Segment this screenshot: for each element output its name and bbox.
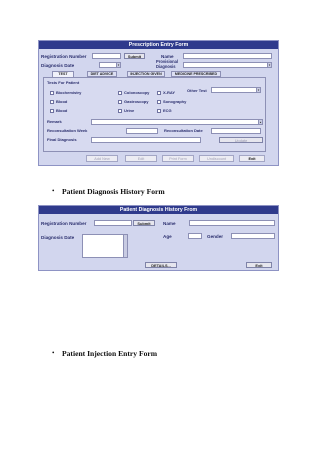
biochemistry-checkbox[interactable] — [50, 91, 54, 95]
sonography-label: Sonography — [163, 99, 187, 104]
bullet-patient-injection-entry: Patient Injection Entry Form — [62, 349, 158, 358]
age-label: Age — [163, 234, 172, 239]
registration-number-field[interactable] — [94, 220, 132, 226]
diagnosis-date-field[interactable]: ▾ — [99, 62, 121, 68]
ecg-checkbox[interactable] — [157, 109, 161, 113]
name-label: Name — [163, 221, 176, 226]
biochemistry-label: Biochemistry — [56, 90, 82, 95]
registration-number-label: Registration Number — [41, 54, 87, 59]
scrollbar[interactable] — [123, 235, 127, 257]
diagnosis-date-list[interactable] — [82, 234, 128, 258]
ecg-label: ECG — [163, 108, 172, 113]
blood-checkbox[interactable] — [50, 100, 54, 104]
blood-label-2: Blood — [56, 108, 68, 113]
test-tab-panel: Tests For Patient Biochemistry Colonosco… — [43, 77, 266, 152]
xray-checkbox[interactable] — [157, 91, 161, 95]
registration-number-field[interactable] — [92, 53, 121, 59]
colonoscopy-label: Colonoscopy — [124, 90, 150, 95]
bullet-patient-diagnosis-history: Patient Diagnosis History Form — [62, 187, 165, 196]
chevron-down-icon[interactable]: ▾ — [267, 63, 271, 67]
gastroscopy-label: Gastroscopy — [124, 99, 149, 104]
prescription-entry-form: Prescription Entry Form Registration Num… — [38, 40, 279, 166]
reconsultation-week-label: Reconsultation Week — [47, 128, 88, 133]
add-new-button[interactable]: Add New — [86, 155, 118, 162]
edit-button[interactable]: Edit — [125, 155, 157, 162]
submit-button[interactable]: Submit — [133, 220, 155, 226]
sonography-checkbox[interactable] — [157, 100, 161, 104]
name-field[interactable] — [183, 53, 272, 59]
scroll-arrow-icon[interactable]: ▴ — [258, 120, 262, 124]
colonoscopy-checkbox[interactable] — [118, 91, 122, 95]
undiscount-button[interactable]: Undiscount — [199, 155, 234, 162]
reconsultation-week-field[interactable] — [126, 128, 158, 134]
other-test-field[interactable]: ▾ — [211, 87, 261, 93]
other-test-label: Other Test — [187, 88, 207, 93]
registration-number-label: Registration Number — [41, 221, 87, 226]
gender-label: Gender — [207, 234, 224, 239]
gender-field[interactable] — [231, 233, 275, 239]
patient-diagnosis-history-form: Patient Diagnosis History From Registrat… — [38, 205, 279, 271]
update-button[interactable]: Update — [219, 137, 263, 143]
submit-button[interactable]: Submit — [124, 53, 145, 59]
form-title: Prescription Entry Form — [39, 41, 278, 49]
xray-label: X-RAY — [163, 90, 176, 95]
name-field[interactable] — [189, 220, 275, 226]
form-title: Patient Diagnosis History From — [39, 206, 278, 214]
urine-label: Urine — [124, 108, 135, 113]
exit-button[interactable]: Exit — [246, 262, 272, 268]
bullet-dot: • — [52, 187, 55, 195]
blood-checkbox-2[interactable] — [50, 109, 54, 113]
exit-button[interactable]: Exit — [239, 155, 265, 162]
blood-label: Blood — [56, 99, 68, 104]
chevron-down-icon[interactable]: ▾ — [256, 88, 260, 92]
remark-label: Remark — [47, 119, 62, 124]
reconsultation-date-field[interactable] — [211, 128, 261, 134]
provisional-diagnosis-field[interactable]: ▾ — [183, 62, 272, 68]
tests-for-patient-heading: Tests For Patient — [47, 80, 80, 85]
urine-checkbox[interactable] — [118, 109, 122, 113]
final-diagnosis-field[interactable] — [91, 137, 201, 143]
print-form-button[interactable]: Print Form — [162, 155, 194, 162]
bullet-dot: • — [52, 349, 55, 357]
provisional-diagnosis-label: Provisional Diagnosis — [156, 59, 179, 69]
gastroscopy-checkbox[interactable] — [118, 100, 122, 104]
chevron-down-icon[interactable]: ▾ — [116, 63, 120, 67]
details-button[interactable]: DETAILS... — [145, 262, 177, 268]
reconsultation-date-label: Reconsultation Date — [164, 128, 203, 133]
remark-field[interactable]: ▴ — [91, 119, 263, 125]
final-diagnosis-label: Final Diagnosis — [47, 137, 77, 142]
diagnosis-date-label: Diagnosis Date — [41, 63, 75, 68]
diagnosis-date-label: Diagnosis Date — [41, 235, 75, 240]
age-field[interactable] — [188, 233, 202, 239]
